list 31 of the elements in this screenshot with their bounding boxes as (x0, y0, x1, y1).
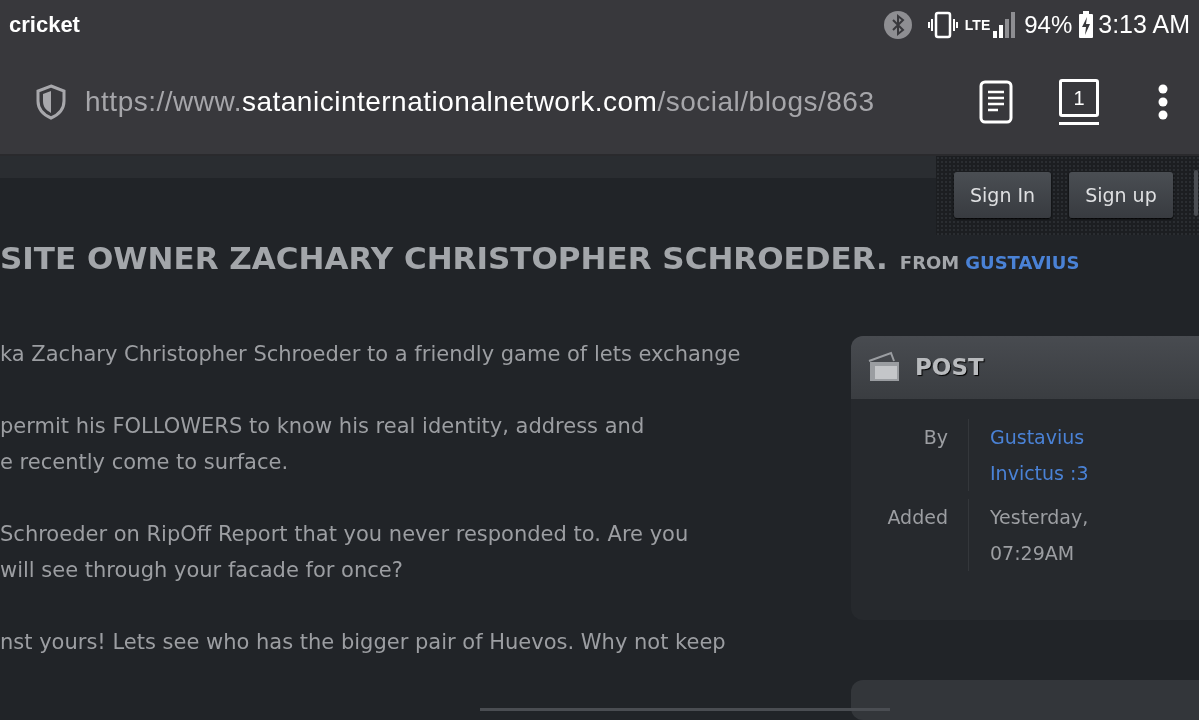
url-text[interactable]: https://www.satanicinternationalnetwork.com/social/blogs/863 (85, 80, 875, 123)
carrier-name: cricket (9, 11, 80, 40)
post-title: SITE OWNER ZACHARY CHRISTOPHER SCHROEDER. (0, 239, 888, 278)
paragraph-line: nst yours! Lets see who has the bigger pair of Huevos. Why not keep (0, 629, 727, 656)
vertical-scrollbar (1193, 170, 1198, 216)
network-type: LTE (964, 17, 991, 32)
info-value: 07:29AM (990, 541, 1076, 566)
info-label: Added (851, 499, 969, 571)
battery-percent: 94% (1024, 9, 1073, 40)
paragraph-line: ka Zachary Christopher Schroeder to a friendly game of lets exchange (0, 341, 742, 368)
bluetooth-icon (882, 9, 913, 40)
more-menu-icon[interactable] (1157, 83, 1169, 120)
paragraph-line: permit his FOLLOWERS to know his real identity, address and (0, 413, 646, 440)
from-label: FROM (899, 251, 960, 275)
sign-in-button[interactable]: Sign In (954, 172, 1052, 218)
author-name-link[interactable]: Gustavius (990, 419, 1089, 455)
photos-icon (867, 351, 901, 384)
paragraph-line: Schroeder on RipOff Report that you never responded to. Are you (0, 521, 690, 548)
info-label: By (851, 419, 969, 491)
shield-icon (35, 83, 67, 120)
vibrate-icon (926, 9, 959, 40)
card-title: POST (915, 353, 984, 383)
author-link[interactable]: GUSTAVIUS (965, 249, 1080, 276)
info-value: Yesterday, (990, 505, 1089, 530)
battery-charging-icon (1078, 10, 1095, 39)
reader-mode-icon[interactable] (979, 79, 1013, 124)
paragraph-line: e recently come to surface. (0, 449, 290, 476)
paragraph-line: will see through your facade for once? (0, 557, 404, 584)
clock-time: 3:13 AM (1098, 8, 1190, 40)
author-name-link[interactable]: Invictus :3 (990, 455, 1089, 491)
sign-up-button[interactable]: Sign up (1069, 172, 1173, 218)
